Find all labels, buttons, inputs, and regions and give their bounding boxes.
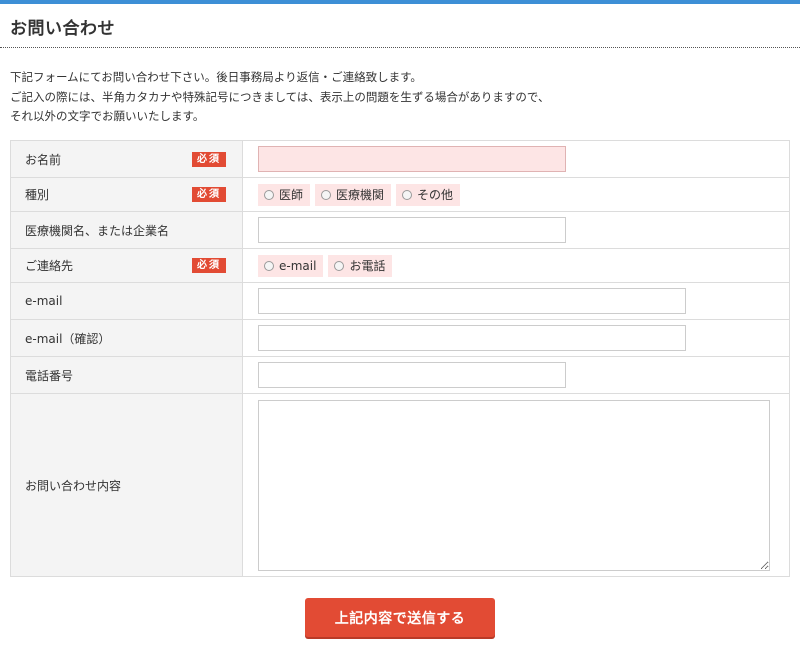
email-confirm-label: e-mail（確認） (25, 331, 111, 346)
organization-label: 医療機関名、または企業名 (25, 223, 170, 238)
radio-button[interactable] (264, 260, 274, 271)
email-confirm-label-cell: e-mail（確認） (10, 319, 243, 357)
title-divider (0, 47, 800, 48)
contact-method-input-cell: e-mail お電話 (242, 248, 790, 283)
contact-method-label: ご連絡先 (25, 259, 74, 273)
inquiry-label: お問い合わせ内容 (25, 478, 122, 493)
contact-form-table: お名前 必須 種別 必須 医師 医療機関 その他 医療機関名、または企業名 ご連… (10, 140, 790, 577)
submit-button[interactable]: 上記内容で送信する (305, 598, 495, 637)
radio-button[interactable] (334, 260, 345, 271)
organization-input-cell (242, 211, 790, 249)
required-badge: 必須 (192, 258, 226, 273)
category-radio-group: 医師 医療機関 その他 (258, 183, 774, 206)
contact-option-phone[interactable]: お電話 (328, 254, 393, 277)
form-row-organization: 医療機関名、または企業名 (10, 211, 790, 249)
contact-option-email[interactable]: e-mail (258, 254, 324, 277)
category-input-cell: 医師 医療機関 その他 (242, 177, 790, 212)
category-option-medical-institution[interactable]: 医療機関 (315, 183, 392, 206)
radio-button[interactable] (402, 189, 413, 200)
form-row-contact-method: ご連絡先 必須 e-mail お電話 (10, 248, 790, 283)
email-label: e-mail (25, 294, 63, 308)
radio-option-label: 医療機関 (336, 188, 385, 202)
phone-input-cell (242, 356, 790, 394)
form-row-category: 種別 必須 医師 医療機関 その他 (10, 177, 790, 212)
category-option-other[interactable]: その他 (396, 183, 461, 206)
category-label: 種別 (25, 188, 50, 202)
radio-option-label: その他 (417, 188, 454, 202)
form-row-email: e-mail (10, 282, 790, 320)
required-badge: 必須 (192, 187, 226, 202)
inquiry-input-cell (242, 393, 790, 577)
intro-line-1: 下記フォームにてお問い合わせ下さい。後日事務局より返信・ご連絡致します。 (10, 70, 422, 84)
organization-input[interactable] (258, 217, 566, 243)
name-input[interactable] (258, 146, 566, 172)
email-input[interactable] (258, 288, 686, 314)
radio-button[interactable] (321, 189, 332, 200)
category-label-cell: 種別 必須 (10, 177, 243, 212)
radio-button[interactable] (264, 189, 274, 200)
top-accent-bar (0, 0, 800, 4)
intro-line-3: それ以外の文字でお願いいたします。 (10, 109, 205, 123)
category-option-doctor[interactable]: 医師 (258, 183, 311, 206)
intro-text: 下記フォームにてお問い合わせ下さい。後日事務局より返信・ご連絡致します。 ご記入… (10, 68, 549, 127)
intro-line-2: ご記入の際には、半角カタカナや特殊記号につきましては、表示上の問題を生ずる場合が… (10, 89, 550, 104)
email-label-cell: e-mail (10, 282, 243, 320)
radio-option-label: お電話 (349, 259, 386, 273)
radio-option-label: e-mail (279, 258, 317, 273)
radio-option-label: 医師 (279, 188, 304, 202)
form-row-phone: 電話番号 (10, 356, 790, 394)
email-confirm-input[interactable] (258, 325, 686, 351)
contact-method-label-cell: ご連絡先 必須 (10, 248, 243, 283)
form-row-inquiry: お問い合わせ内容 (10, 393, 790, 577)
name-input-cell (242, 140, 790, 178)
required-badge: 必須 (192, 151, 226, 167)
organization-label-cell: 医療機関名、または企業名 (10, 211, 243, 249)
name-label-cell: お名前 必須 (10, 140, 243, 178)
phone-input[interactable] (258, 362, 566, 388)
form-row-email-confirm: e-mail（確認） (10, 319, 790, 357)
contact-method-radio-group: e-mail お電話 (258, 254, 774, 277)
phone-label-cell: 電話番号 (10, 356, 243, 394)
email-confirm-input-cell (242, 319, 790, 357)
page-title: お問い合わせ (10, 19, 115, 39)
phone-label: 電話番号 (25, 368, 74, 383)
form-row-name: お名前 必須 (10, 140, 790, 178)
inquiry-label-cell: お問い合わせ内容 (10, 393, 243, 577)
email-input-cell (242, 282, 790, 320)
name-label: お名前 (25, 152, 62, 167)
inquiry-textarea[interactable] (258, 399, 770, 571)
